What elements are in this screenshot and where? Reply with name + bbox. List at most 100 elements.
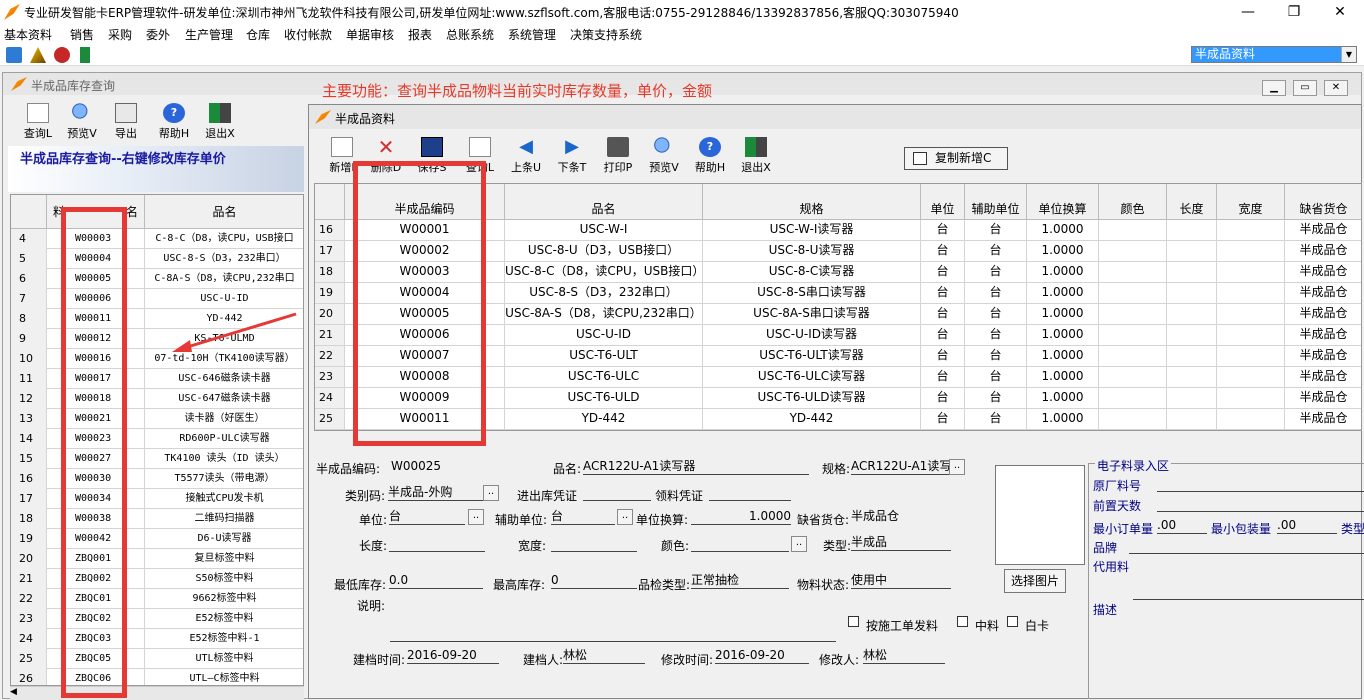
moq-field[interactable]: .00 <box>1157 518 1207 534</box>
table-row[interactable]: 23 ZBQC02 E52标签中料 <box>11 609 303 629</box>
cell-name[interactable]: RD600P-ULC读写器 <box>145 429 303 449</box>
cell-unit[interactable]: 台 <box>921 304 965 324</box>
cell-aux-unit[interactable]: 台 <box>965 262 1027 282</box>
table-row[interactable]: 17 W00034 接触式CPU发卡机 <box>11 489 303 509</box>
min-stock-field[interactable]: 0.0 <box>389 573 483 589</box>
cell-length[interactable] <box>1167 409 1217 429</box>
status-field[interactable]: 使用中 <box>851 573 951 589</box>
spec-lookup-button[interactable]: .. <box>949 459 965 475</box>
table-row[interactable]: 21 ZBQ002 S50标签中料 <box>11 569 303 589</box>
width-field[interactable] <box>551 536 637 552</box>
cell-length[interactable] <box>1167 304 1217 324</box>
cell-width[interactable] <box>1217 220 1285 240</box>
table-row[interactable]: 6 W00005 C-8A-S（D8，读CPU,232串口 <box>11 269 303 289</box>
help-button-2[interactable]: ? 帮助H <box>688 134 732 178</box>
cell-conversion[interactable]: 1.0000 <box>1027 325 1099 345</box>
chevron-down-icon[interactable]: ▼ <box>1341 47 1356 62</box>
cell-unit[interactable]: 台 <box>921 367 965 387</box>
io-voucher-field[interactable] <box>583 485 651 501</box>
cell-warehouse[interactable]: 半成品仓 <box>1285 283 1361 303</box>
cell-name[interactable]: YD-442 <box>505 409 703 429</box>
cell-conversion[interactable]: 1.0000 <box>1027 304 1099 324</box>
cell-name[interactable]: E52标签中料-1 <box>145 629 303 649</box>
cell-unit[interactable]: 台 <box>921 220 965 240</box>
table-row[interactable]: 24 ZBQC03 E52标签中料-1 <box>11 629 303 649</box>
cell-length[interactable] <box>1167 325 1217 345</box>
modified-time-field[interactable]: 2016-09-20 <box>715 648 809 664</box>
col-header-aux-unit[interactable]: 辅助单位 <box>965 184 1027 220</box>
cell-spec[interactable]: USC-U-ID读写器 <box>703 325 921 345</box>
cell-width[interactable] <box>1217 325 1285 345</box>
table-row[interactable]: 14 W00023 RD600P-ULC读写器 <box>11 429 303 449</box>
cell-aux-unit[interactable]: 台 <box>965 409 1027 429</box>
print-button[interactable]: 打印P <box>596 134 640 178</box>
cell-length[interactable] <box>1167 367 1217 387</box>
cell-warehouse[interactable]: 半成品仓 <box>1285 241 1361 261</box>
cell-warehouse[interactable]: 半成品仓 <box>1285 367 1361 387</box>
window-close-button[interactable]: ✕ <box>1324 80 1348 96</box>
table-row[interactable]: 5 W00004 USC-8-S（D3，232串口） <box>11 249 303 269</box>
cell-name[interactable]: USC-8-U（D3，USB接口） <box>505 241 703 261</box>
cell-name[interactable]: UTL标签中料 <box>145 649 303 669</box>
cell-name[interactable]: 9662标签中料 <box>145 589 303 609</box>
cell-name[interactable]: USC-646磁条读卡器 <box>145 369 303 389</box>
close-button[interactable]: ✕ <box>1317 0 1363 24</box>
cell-conversion[interactable]: 1.0000 <box>1027 283 1099 303</box>
menu-decision[interactable]: 决策支持系统 <box>570 26 642 43</box>
cell-conversion[interactable]: 1.0000 <box>1027 262 1099 282</box>
cell-name[interactable]: USC-8-S（D3，232串口） <box>145 249 303 269</box>
table-row[interactable]: 26 ZBQC06 UTL—C标签中料 <box>11 669 303 685</box>
cell-name[interactable]: TK4100 读头（ID 读头） <box>145 449 303 469</box>
created-time-field[interactable]: 2016-09-20 <box>407 648 499 664</box>
checkbox-by-work-order[interactable] <box>848 616 859 627</box>
cell-color[interactable] <box>1099 367 1167 387</box>
col-header-length[interactable]: 长度 <box>1167 184 1217 220</box>
col-header-unit[interactable]: 单位 <box>921 184 965 220</box>
cell-warehouse[interactable]: 半成品仓 <box>1285 346 1361 366</box>
menu-basic[interactable]: 基本资料 <box>4 26 52 43</box>
table-row[interactable]: 16 W00030 T5577读头（带电源） <box>11 469 303 489</box>
settings-icon[interactable] <box>54 47 70 63</box>
cell-spec[interactable]: YD-442 <box>703 409 921 429</box>
cell-name[interactable]: UTL—C标签中料 <box>145 669 303 685</box>
cell-aux-unit[interactable]: 台 <box>965 304 1027 324</box>
preview-button[interactable]: 预览V <box>60 100 104 144</box>
cell-aux-unit[interactable]: 台 <box>965 241 1027 261</box>
aux-unit-lookup-button[interactable]: .. <box>617 509 633 525</box>
cell-name[interactable]: 接触式CPU发卡机 <box>145 489 303 509</box>
exit-button-2[interactable]: 退出X <box>734 134 778 178</box>
tools-icon[interactable] <box>30 47 46 63</box>
window-restore-button[interactable]: ▭ <box>1293 80 1317 96</box>
conversion-field[interactable]: 1.0000 <box>691 509 791 525</box>
length-field[interactable] <box>389 536 485 552</box>
cell-unit[interactable]: 台 <box>921 262 965 282</box>
cell-name[interactable]: USC-W-I <box>505 220 703 240</box>
table-row[interactable]: 12 W00018 USC-647磁条读卡器 <box>11 389 303 409</box>
cell-color[interactable] <box>1099 304 1167 324</box>
cell-warehouse[interactable]: 半成品仓 <box>1285 409 1361 429</box>
cell-name[interactable]: USC-8-C（D8，读CPU，USB接口） <box>505 262 703 282</box>
table-row[interactable]: 20 ZBQ001 复旦标签中料 <box>11 549 303 569</box>
cell-spec[interactable]: USC-T6-ULD读写器 <box>703 388 921 408</box>
cell-color[interactable] <box>1099 409 1167 429</box>
menu-production[interactable]: 生产管理 <box>185 26 233 43</box>
cell-name[interactable]: 读卡器（好医生） <box>145 409 303 429</box>
query-button[interactable]: 查询L <box>16 100 60 144</box>
table-row[interactable]: 11 W00017 USC-646磁条读卡器 <box>11 369 303 389</box>
cell-name[interactable]: USC-8-S（D3，232串口） <box>505 283 703 303</box>
cell-spec[interactable]: USC-8-U读写器 <box>703 241 921 261</box>
cell-unit[interactable]: 台 <box>921 241 965 261</box>
warehouse-field[interactable]: 半成品仓 <box>851 509 951 525</box>
help-button[interactable]: ? 帮助H <box>152 100 196 144</box>
cell-warehouse[interactable]: 半成品仓 <box>1285 325 1361 345</box>
max-stock-field[interactable]: 0 <box>551 573 637 589</box>
cell-unit[interactable]: 台 <box>921 325 965 345</box>
cell-conversion[interactable]: 1.0000 <box>1027 241 1099 261</box>
category-field[interactable]: 半成品-外购 <box>388 485 484 501</box>
cell-name[interactable]: T5577读头（带电源） <box>145 469 303 489</box>
cell-aux-unit[interactable]: 台 <box>965 283 1027 303</box>
cell-name[interactable]: 二维码扫描器 <box>145 509 303 529</box>
cell-color[interactable] <box>1099 220 1167 240</box>
modifier-field[interactable]: 林松 <box>863 648 945 664</box>
cell-spec[interactable]: USC-8-C读写器 <box>703 262 921 282</box>
